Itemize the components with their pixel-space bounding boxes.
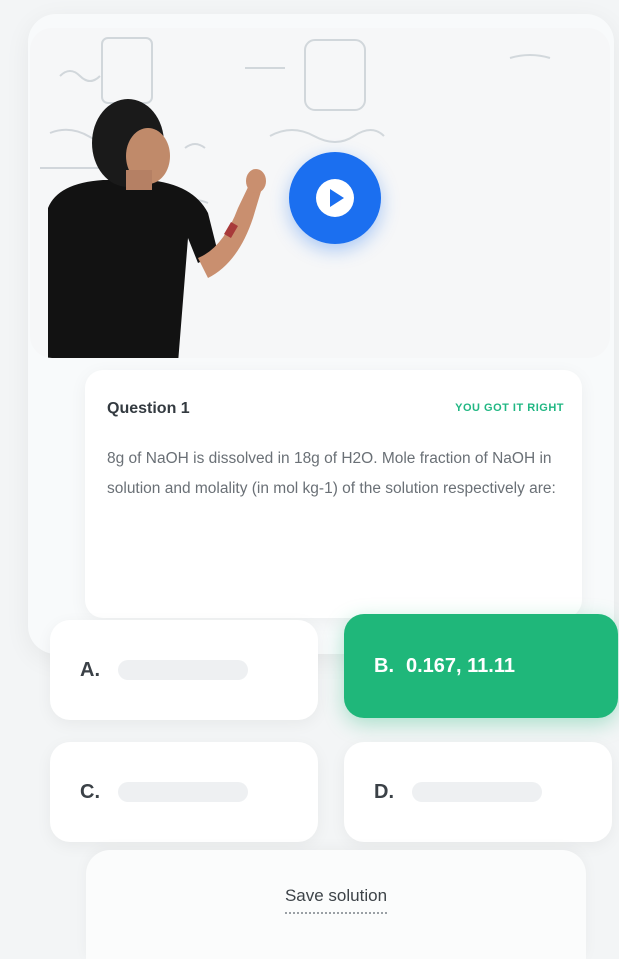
option-letter: C. bbox=[80, 780, 100, 803]
play-button[interactable] bbox=[289, 152, 381, 244]
option-value: 0.167, 11.11 bbox=[406, 654, 516, 677]
option-letter: D. bbox=[374, 780, 394, 803]
play-icon bbox=[316, 179, 354, 217]
option-value-hidden bbox=[118, 660, 248, 680]
save-solution-button[interactable]: Save solution bbox=[86, 886, 586, 914]
save-solution-label: Save solution bbox=[284, 886, 388, 914]
option-b-correct[interactable]: B. 0.167, 11.11 bbox=[344, 614, 618, 718]
option-d[interactable]: D. bbox=[344, 742, 612, 842]
option-value-hidden bbox=[412, 782, 542, 802]
video-thumbnail[interactable] bbox=[30, 28, 610, 358]
option-letter: B. bbox=[374, 654, 394, 677]
question-card: Question 1 YOU GOT IT RIGHT 8g of NaOH i… bbox=[85, 370, 582, 618]
question-title: Question 1 bbox=[107, 400, 190, 417]
option-value-hidden bbox=[118, 782, 248, 802]
option-c[interactable]: C. bbox=[50, 742, 318, 842]
result-status-badge: YOU GOT IT RIGHT bbox=[455, 402, 564, 414]
bottom-action-card: Save solution bbox=[86, 850, 586, 959]
option-a[interactable]: A. bbox=[50, 620, 318, 720]
teacher-figure bbox=[48, 99, 266, 358]
option-letter: A. bbox=[80, 658, 100, 681]
question-text: 8g of NaOH is dissolved in 18g of H2O. M… bbox=[107, 450, 556, 497]
